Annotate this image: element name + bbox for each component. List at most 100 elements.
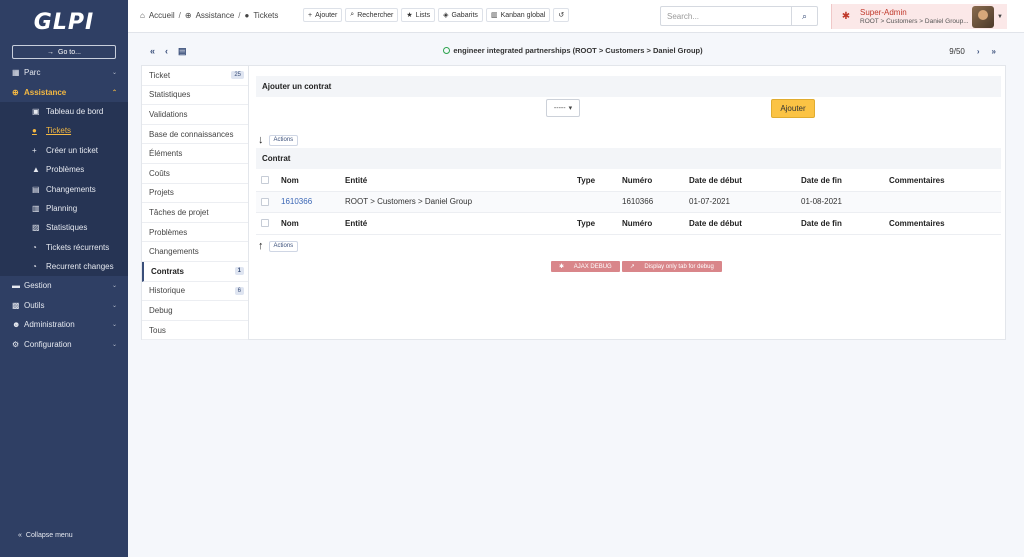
column-header[interactable]: Type <box>577 219 595 228</box>
breadcrumb-tickets[interactable]: Tickets <box>253 11 278 20</box>
sidebar-item-tickets[interactable]: ● Tickets <box>0 121 128 140</box>
sidebar-item-parc[interactable]: ▦ Parc ⌄ <box>0 63 128 82</box>
user-info: Super-Admin ROOT > Customers > Daniel Gr… <box>860 8 972 26</box>
count-badge: 25 <box>231 71 244 79</box>
goto-button[interactable]: → Go to... <box>12 45 116 59</box>
templates-button[interactable]: ◈ Gabarits <box>438 8 483 22</box>
tab-label: Validations <box>149 109 188 119</box>
count-badge: 6 <box>234 286 244 295</box>
column-header[interactable]: Type <box>577 176 595 185</box>
tab-validations[interactable]: Validations <box>142 105 248 125</box>
sidebar-item-gestion[interactable]: ▬ Gestion ⌄ <box>0 276 128 295</box>
actions-button[interactable]: Actions <box>268 134 299 146</box>
sidebar-item-changements[interactable]: ▤ Changements <box>0 179 128 198</box>
tab-debug[interactable]: Debug <box>142 301 248 321</box>
column-header[interactable]: Date de fin <box>801 176 842 185</box>
tab-problemes[interactable]: Problèmes <box>142 223 248 243</box>
add-button[interactable]: + Ajouter <box>303 8 343 22</box>
add-contract-button[interactable]: Ajouter <box>771 99 815 118</box>
sidebar-item-label: Créer un ticket <box>46 145 99 155</box>
column-header[interactable]: Entité <box>345 219 367 228</box>
arrow-right-icon: → <box>47 48 55 56</box>
search-button[interactable]: ⌕ Rechercher <box>345 8 399 22</box>
wallet-icon: ▬ <box>12 281 20 291</box>
sidebar-item-assistance[interactable]: ⊕ Assistance ⌃ <box>0 82 128 101</box>
column-header[interactable]: Commentaires <box>889 176 945 185</box>
tab-ticket[interactable]: Ticket 25 <box>142 66 248 86</box>
sidebar-item-problemes[interactable]: ▲ Problèmes <box>0 160 128 179</box>
search-input[interactable]: Search... <box>661 7 791 25</box>
sidebar-item-configuration[interactable]: ⚙ Configuration ⌄ <box>0 334 128 353</box>
tab-changements[interactable]: Changements <box>142 242 248 262</box>
ajax-debug-button[interactable]: ✱ AJAX DEBUG <box>551 261 620 272</box>
contract-name-link[interactable]: 1610366 <box>281 197 312 206</box>
double-chevron-left-icon: « <box>18 532 22 539</box>
column-header[interactable]: Nom <box>281 176 299 185</box>
tab-knowledge-base[interactable]: Base de connaissances <box>142 125 248 145</box>
tab-contrats[interactable]: Contrats 1 <box>142 261 248 282</box>
column-header[interactable]: Commentaires <box>889 219 945 228</box>
layers-icon: ◈ <box>443 12 449 19</box>
contract-select[interactable]: ----- ▾ <box>546 99 580 117</box>
lists-button[interactable]: ★ Lists <box>401 8 436 22</box>
tab-label: Coûts <box>149 168 170 178</box>
tab-label: Projets <box>149 188 174 198</box>
history-button[interactable]: ↺ <box>553 8 570 22</box>
kanban-button[interactable]: ▥ Kanban global <box>485 8 551 22</box>
contract-select-value: ----- <box>553 104 566 112</box>
chart-icon: ▨ <box>32 223 40 233</box>
tab-statistiques[interactable]: Statistiques <box>142 86 248 106</box>
search-icon: ⌕ <box>350 11 355 18</box>
column-header[interactable]: Numéro <box>622 219 652 228</box>
breadcrumb: ⌂ Accueil / ⊕ Assistance / ● Tickets <box>140 11 278 20</box>
add-contract-header: Ajouter un contrat <box>256 76 1001 97</box>
tab-elements[interactable]: Éléments <box>142 144 248 164</box>
collapse-menu-button[interactable]: « Collapse menu <box>18 532 73 539</box>
next-item-icon[interactable]: › <box>977 47 980 56</box>
users-cog-icon: ☻ <box>12 320 21 330</box>
kanban-icon: ▥ <box>490 12 498 19</box>
tab-projets[interactable]: Projets <box>142 184 248 204</box>
nav-right-controls: 9/50 › » <box>949 47 996 56</box>
stopwatch-icon: ◔ <box>32 262 37 272</box>
select-all-checkbox[interactable] <box>261 219 269 228</box>
actions-button[interactable]: Actions <box>268 240 299 252</box>
last-item-icon[interactable]: » <box>992 47 996 56</box>
row-checkbox[interactable] <box>261 197 269 206</box>
sidebar-item-planning[interactable]: ▥ Planning <box>0 199 128 218</box>
sidebar-item-outils[interactable]: ▩ Outils ⌄ <box>0 296 128 315</box>
tab-tous[interactable]: Tous <box>142 321 248 341</box>
column-header[interactable]: Entité <box>345 176 367 185</box>
tab-historique[interactable]: Historique 6 <box>142 282 248 302</box>
display-tab-debug-button[interactable]: ↗ Display only tab for debug <box>621 261 722 272</box>
tab-project-tasks[interactable]: Tâches de projet <box>142 203 248 223</box>
chevron-down-icon: ⌄ <box>111 283 117 290</box>
column-header[interactable]: Date de fin <box>801 219 842 228</box>
sidebar-item-administration[interactable]: ☻ Administration ⌄ <box>0 315 128 334</box>
column-header[interactable]: Nom <box>281 219 299 228</box>
assistance-submenu: ▣ Tableau de bord ● Tickets + Créer un t… <box>0 101 128 277</box>
sidebar-item-creer-ticket[interactable]: + Créer un ticket <box>0 141 128 160</box>
sidebar-item-recurrent-changes[interactable]: ◔ Recurrent changes <box>0 257 128 276</box>
sidebar-item-tickets-recurrents[interactable]: ◔ Tickets récurrents <box>0 238 128 257</box>
chevron-down-icon: ▼ <box>997 13 1003 20</box>
display-tab-debug-label: Display only tab for debug <box>640 262 718 272</box>
cogs-icon: ⚙ <box>12 339 20 349</box>
calendar-icon: ▥ <box>32 203 40 213</box>
breadcrumb-assistance[interactable]: Assistance <box>196 11 235 20</box>
sidebar-item-label: Planning <box>46 203 78 213</box>
sidebar-item-tableau-de-bord[interactable]: ▣ Tableau de bord <box>0 102 128 121</box>
tab-couts[interactable]: Coûts <box>142 164 248 184</box>
avatar[interactable] <box>972 5 995 28</box>
glpi-logo[interactable]: GLPI <box>0 0 128 44</box>
user-menu[interactable]: ✱ Super-Admin ROOT > Customers > Daniel … <box>831 4 1007 29</box>
column-header[interactable]: Date de début <box>689 176 742 185</box>
column-header[interactable]: Numéro <box>622 176 652 185</box>
select-all-checkbox[interactable] <box>261 176 269 185</box>
sidebar-item-statistiques[interactable]: ▨ Statistiques <box>0 218 128 237</box>
search-submit-button[interactable]: ⌕ <box>791 7 817 25</box>
breadcrumb-home[interactable]: Accueil <box>149 11 175 20</box>
column-header[interactable]: Date de début <box>689 219 742 228</box>
tab-content: Ajouter un contrat ----- ▾ Ajouter ↓ Act… <box>250 66 1005 340</box>
item-navigation: « ‹ ▤ engineer integrated partnerships (… <box>140 42 1006 62</box>
